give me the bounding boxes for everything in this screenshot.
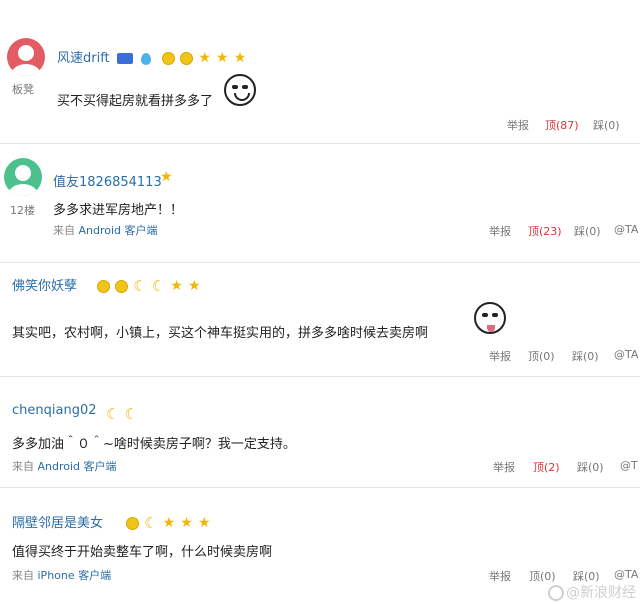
report-button[interactable]: 举报	[489, 348, 511, 364]
report-button[interactable]: 举报	[489, 223, 511, 239]
tongue-emoji-icon	[474, 302, 506, 334]
mention-button[interactable]: @TA	[614, 223, 638, 236]
medal-icon	[126, 517, 139, 530]
divider	[0, 376, 640, 377]
report-button[interactable]: 举报	[489, 568, 511, 584]
avatar[interactable]	[4, 158, 42, 196]
star-icon: ★	[162, 515, 176, 531]
mention-button[interactable]: @TA	[614, 568, 638, 581]
report-button[interactable]: 举报	[493, 459, 515, 475]
watermark-text: @新浪财经	[566, 585, 636, 601]
source-client-link[interactable]: Android 客户端	[79, 224, 158, 237]
moon-icon: ☾	[124, 405, 138, 423]
mention-button[interactable]: @TA	[614, 348, 638, 361]
report-button[interactable]: 举报	[507, 117, 529, 133]
star-icon: ★	[216, 50, 229, 66]
downvote-button[interactable]: 踩(0)	[593, 117, 620, 133]
source-client: 来自 iPhone 客户端	[12, 569, 112, 582]
user-badges: ☾ ★ ★ ★	[126, 513, 211, 532]
star-icon: ★	[170, 278, 183, 294]
moon-icon: ☾	[144, 514, 158, 532]
source-client-link[interactable]: iPhone 客户端	[38, 569, 112, 582]
floor-label: 12楼	[10, 204, 35, 217]
moon-icon: ☾	[133, 277, 147, 295]
watermark: @新浪财经	[548, 582, 636, 602]
weibo-logo-icon	[548, 585, 564, 601]
upvote-button[interactable]: 顶(87)	[545, 117, 579, 133]
star-icon: ★	[233, 50, 247, 66]
comment-text: 买不买得起房就看拼多多了	[57, 94, 214, 109]
star-icon: ★	[187, 278, 201, 294]
medal-icon	[162, 52, 176, 65]
water-drop-icon	[141, 52, 152, 65]
downvote-button[interactable]: 踩(0)	[577, 459, 604, 475]
user-badges: ☾ ☾	[106, 404, 138, 423]
moon-icon: ☾	[106, 405, 120, 423]
divider	[0, 262, 640, 263]
downvote-button[interactable]: 踩(0)	[574, 223, 601, 239]
divider	[0, 143, 640, 144]
moon-icon: ☾	[151, 277, 166, 295]
mention-button[interactable]: @T	[620, 459, 638, 472]
comment-text: 多多求进军房地产！！	[53, 203, 184, 218]
star-icon: ★	[198, 50, 211, 66]
upvote-button[interactable]: 顶(0)	[528, 348, 555, 364]
source-client: 来自 Android 客户端	[12, 460, 117, 473]
avatar[interactable]	[7, 38, 45, 76]
divider	[0, 487, 640, 488]
username[interactable]: 佛笑你妖孽	[12, 275, 77, 294]
sunglasses-emoji-icon	[224, 74, 256, 106]
username[interactable]: 风速drift	[57, 47, 110, 66]
downvote-button[interactable]: 踩(0)	[572, 348, 599, 364]
username[interactable]: chenqiang02	[12, 403, 97, 418]
star-icon: ★	[180, 515, 193, 531]
comment-text: 其实吧，农村啊，小镇上，买这个神车挺实用的，拼多多啥时候去卖房啊	[12, 326, 429, 341]
user-badges: ★ ★ ★	[117, 48, 246, 67]
user-badges: ☾ ☾ ★ ★	[97, 276, 201, 295]
source-client-link[interactable]: Android 客户端	[38, 460, 117, 473]
vip-card-icon	[117, 53, 133, 64]
comment-text: 多多加油＾０＾~啥时候卖房子啊？我一定支持。	[12, 437, 296, 452]
star-icon: ★	[160, 169, 173, 185]
username[interactable]: 值友1826854113	[53, 171, 162, 190]
medal-icon	[180, 52, 194, 65]
source-client: 来自 Android 客户端	[53, 224, 158, 237]
medal-icon	[115, 280, 129, 293]
comment-text: 值得买终于开始卖整车了啊，什么时候卖房啊	[12, 545, 273, 560]
upvote-button[interactable]: 顶(2)	[533, 459, 560, 475]
username[interactable]: 隔壁邻居是美女	[12, 512, 103, 531]
upvote-button[interactable]: 顶(23)	[528, 223, 562, 239]
medal-icon	[97, 280, 110, 293]
star-icon: ★	[197, 515, 211, 531]
floor-label: 板凳	[12, 83, 34, 96]
